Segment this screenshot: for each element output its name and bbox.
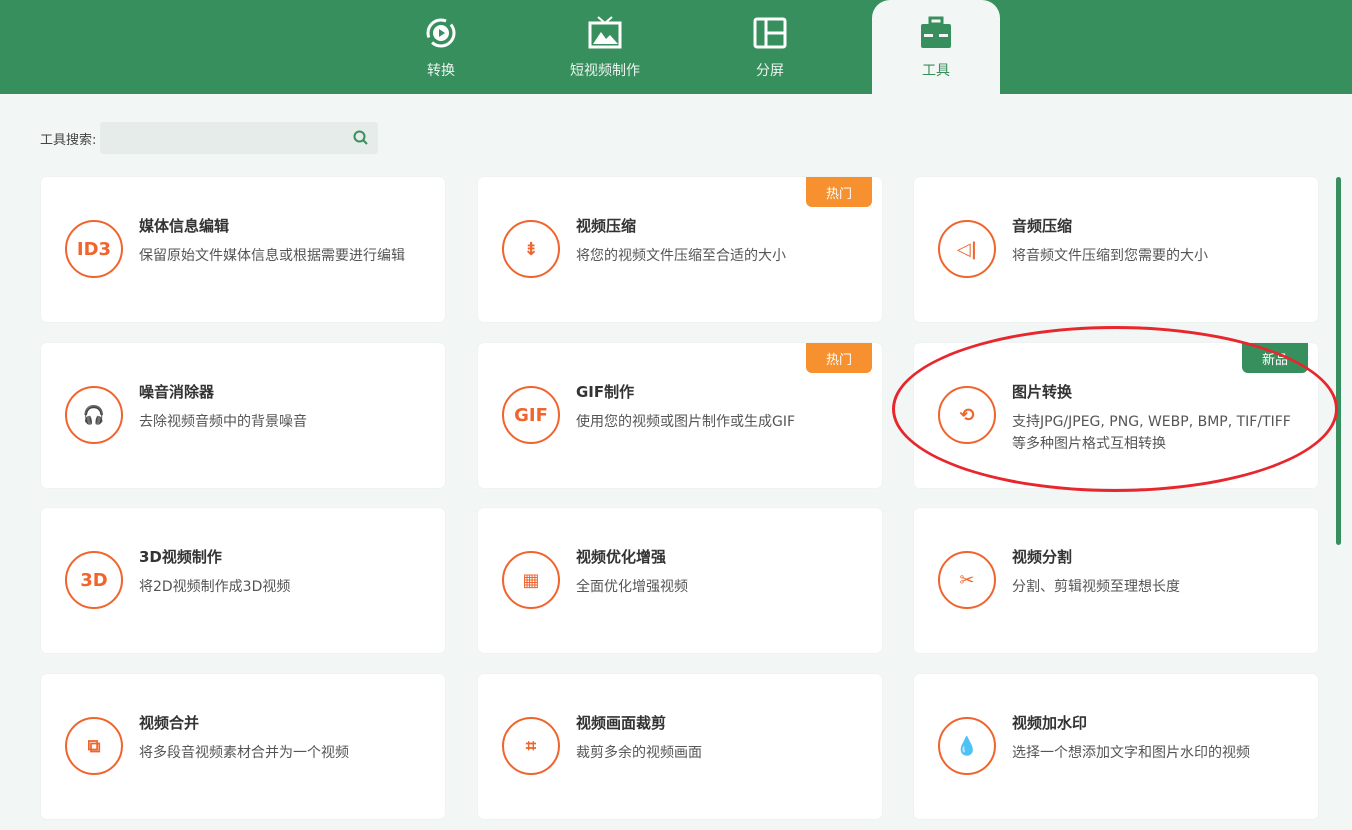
tool-card[interactable]: ⇟ 视频压缩 将您的视频文件压缩至合适的大小 热门	[478, 177, 882, 322]
search-input[interactable]	[100, 122, 341, 154]
tool-card[interactable]: 🎧 噪音消除器 去除视频音频中的背景噪音	[41, 343, 445, 488]
tool-description: 分割、剪辑视频至理想长度	[1012, 579, 1180, 595]
tool-card[interactable]: ⧉ 视频合并 将多段音视频素材合并为一个视频	[41, 674, 445, 819]
tab-split-screen[interactable]: 分屏	[725, 0, 815, 94]
tool-title: GIF制作	[576, 383, 635, 401]
search-icon[interactable]	[352, 129, 370, 147]
tool-icon: ✂	[938, 551, 996, 609]
tool-title: 视频压缩	[576, 217, 637, 235]
tool-icon: ⇟	[502, 220, 560, 278]
tool-card[interactable]: ◁| 音频压缩 将音频文件压缩到您需要的大小	[914, 177, 1318, 322]
tool-card[interactable]: ⟲ 图片转换 支持JPG/JPEG, PNG, WEBP, BMP, TIF/T…	[914, 343, 1318, 488]
hot-badge: 热门	[806, 343, 872, 373]
search-label: 工具搜索:	[40, 132, 97, 148]
tool-description: 去除视频音频中的背景噪音	[139, 414, 307, 430]
new-badge: 新品	[1242, 343, 1308, 373]
split-screen-icon	[753, 17, 787, 49]
tool-search: 工具搜索:	[40, 122, 379, 154]
tool-icon: ◁|	[938, 220, 996, 278]
tool-title: 视频加水印	[1012, 714, 1088, 732]
tool-title: 3D视频制作	[139, 548, 222, 566]
tool-title: 视频优化增强	[576, 548, 667, 566]
tab-label: 短视频制作	[570, 63, 640, 79]
tool-description: 支持JPG/JPEG, PNG, WEBP, BMP, TIF/TIFF等多种图…	[1012, 414, 1291, 452]
tool-icon: ⌗	[502, 717, 560, 775]
tool-title: 噪音消除器	[139, 383, 215, 401]
tool-description: 使用您的视频或图片制作或生成GIF	[576, 414, 796, 430]
tool-card[interactable]: ▦ 视频优化增强 全面优化增强视频	[478, 508, 882, 653]
search-box	[100, 122, 379, 154]
tool-icon: 3D	[65, 551, 123, 609]
tool-icon: 🎧	[65, 386, 123, 444]
tool-card[interactable]: 3D 3D视频制作 将2D视频制作成3D视频	[41, 508, 445, 653]
tool-title: 图片转换	[1012, 383, 1073, 401]
tool-icon: ID3	[65, 220, 123, 278]
tool-description: 将2D视频制作成3D视频	[139, 579, 291, 595]
tool-description: 保留原始文件媒体信息或根据需要进行编辑	[139, 248, 405, 264]
tab-tools[interactable]: 工具	[872, 0, 1000, 94]
tab-label: 分屏	[756, 63, 784, 79]
tab-label: 工具	[922, 63, 950, 79]
toolbox-icon	[921, 16, 951, 48]
hot-badge: 热门	[806, 177, 872, 207]
tool-title: 媒体信息编辑	[139, 217, 230, 235]
tool-card[interactable]: 💧 视频加水印 选择一个想添加文字和图片水印的视频	[914, 674, 1318, 819]
tab-label: 转换	[427, 63, 455, 79]
tool-description: 将多段音视频素材合并为一个视频	[139, 745, 349, 761]
tab-short-video[interactable]: 短视频制作	[550, 0, 660, 94]
tv-icon	[588, 16, 622, 49]
convert-icon	[426, 18, 456, 48]
tool-description: 全面优化增强视频	[576, 579, 688, 595]
tool-description: 将音频文件压缩到您需要的大小	[1012, 248, 1208, 264]
tool-icon: 💧	[938, 717, 996, 775]
tool-icon: GIF	[502, 386, 560, 444]
tool-title: 音频压缩	[1012, 217, 1073, 235]
tool-card[interactable]: ⌗ 视频画面裁剪 裁剪多余的视频画面	[478, 674, 882, 819]
tool-title: 视频合并	[139, 714, 200, 732]
tool-icon: ⟲	[938, 386, 996, 444]
tool-icon: ⧉	[65, 717, 123, 775]
scrollbar[interactable]	[1336, 177, 1341, 545]
tab-convert[interactable]: 转换	[396, 0, 486, 94]
tool-title: 视频画面裁剪	[576, 714, 667, 732]
tool-description: 将您的视频文件压缩至合适的大小	[576, 248, 786, 264]
tool-title: 视频分割	[1012, 548, 1073, 566]
tool-card[interactable]: ID3 媒体信息编辑 保留原始文件媒体信息或根据需要进行编辑	[41, 177, 445, 322]
tool-card[interactable]: ✂ 视频分割 分割、剪辑视频至理想长度	[914, 508, 1318, 653]
tool-icon: ▦	[502, 551, 560, 609]
top-nav: 转换 短视频制作 分屏 工具	[0, 0, 1352, 94]
tool-description: 裁剪多余的视频画面	[576, 745, 702, 761]
tool-card[interactable]: GIF GIF制作 使用您的视频或图片制作或生成GIF 热门	[478, 343, 882, 488]
tool-description: 选择一个想添加文字和图片水印的视频	[1012, 745, 1250, 761]
